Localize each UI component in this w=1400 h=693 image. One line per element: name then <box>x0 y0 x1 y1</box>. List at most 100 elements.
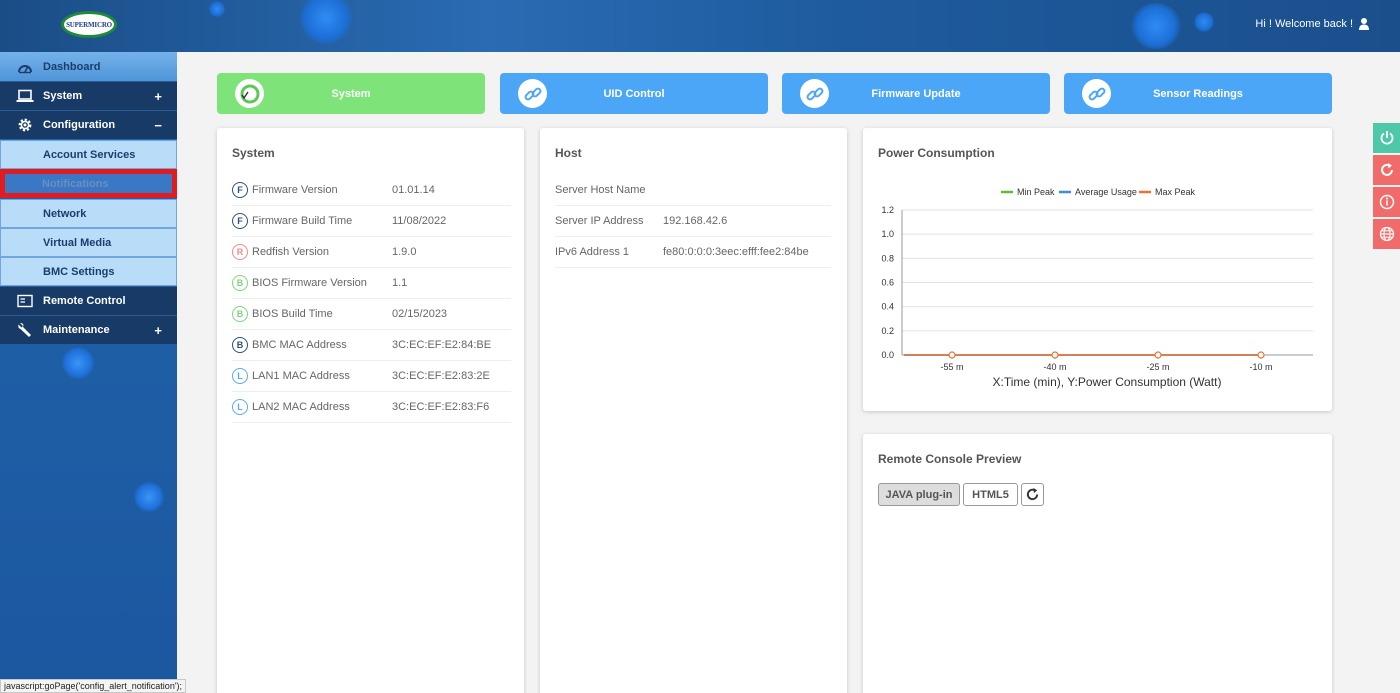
sidebar-subitem-label: BMC Settings <box>43 265 115 278</box>
header-decoration <box>300 0 352 44</box>
sidebar-subitem-notifications[interactable]: Notifications <box>0 169 177 198</box>
data-point <box>1257 351 1265 359</box>
sidebar-subitem-bmc-settings[interactable]: BMC Settings <box>0 257 177 286</box>
panel-title: Host <box>555 146 582 160</box>
sidebar-item-maintenance[interactable]: Maintenance + <box>0 315 177 344</box>
y-tick-label: 0.0 <box>881 350 894 360</box>
logo-text: SUPERMICRO <box>66 20 112 29</box>
row-value: 1.9.0 <box>392 246 417 258</box>
system-card-button[interactable]: System <box>217 73 485 114</box>
link-icon <box>800 79 829 108</box>
power-button[interactable] <box>1373 123 1400 153</box>
row-badge-icon: R <box>232 244 248 260</box>
expand-icon[interactable]: + <box>154 323 162 338</box>
sidebar-item-remote-control[interactable]: Remote Control <box>0 286 177 315</box>
sidebar-subitem-label: Account Services <box>43 148 136 161</box>
sidebar-decoration <box>134 482 164 512</box>
language-button[interactable] <box>1373 219 1400 249</box>
row-key: Firmware Version <box>252 184 338 196</box>
y-tick-label: 0.2 <box>881 326 894 336</box>
monitor-icon <box>16 293 34 309</box>
sidebar-subitem-label: Network <box>43 207 87 220</box>
host-info-panel: Host Server Host Name Server IP Address 19… <box>540 128 847 693</box>
header-decoration <box>1194 12 1214 32</box>
row-value: 3C:EC:EF:E2:84:BE <box>392 339 492 351</box>
power-consumption-panel: Power Consumption 1.2 1.0 0.8 0.6 0.4 0.2 0.0-… <box>863 128 1332 411</box>
dashboard-icon <box>16 59 34 75</box>
user-welcome[interactable]: Hi ! Welcome back ! <box>1255 17 1370 30</box>
row-key: BIOS Build Time <box>252 308 333 320</box>
sidebar-item-label: System <box>43 90 83 102</box>
y-tick-label: 0.6 <box>881 278 894 288</box>
sidebar-subitem-network[interactable]: Network <box>0 199 177 228</box>
host-info-row: Server IP Address 192.168.42.6 <box>555 206 831 237</box>
system-info-row: B BIOS Build Time 02/15/2023 <box>232 299 511 330</box>
link-icon <box>518 79 547 108</box>
globe-icon <box>1379 226 1394 242</box>
row-value: 02/15/2023 <box>392 308 448 320</box>
expand-icon[interactable]: + <box>154 89 162 104</box>
sensor-readings-card-button[interactable]: Sensor Readings <box>1064 73 1332 114</box>
row-value: 1.1 <box>392 277 408 289</box>
row-key: LAN1 MAC Address <box>252 370 350 382</box>
row-key: Firmware Build Time <box>252 215 353 227</box>
data-point <box>948 351 956 359</box>
host-info-row: IPv6 Address 1 fe80:0:0:0:3eec:efff:fee2:… <box>555 237 831 268</box>
x-tick-label: -10 m <box>1249 362 1272 372</box>
y-tick-label: 0.8 <box>881 253 894 263</box>
refresh-preview-button[interactable] <box>1021 483 1044 506</box>
system-info-row: L LAN2 MAC Address 3C:EC:EF:E2:83:F6 <box>232 392 511 423</box>
refresh-icon <box>1026 487 1039 501</box>
supermicro-logo[interactable]: SUPERMICRO <box>61 11 117 38</box>
reset-button[interactable] <box>1373 155 1400 185</box>
row-badge-icon: F <box>232 213 248 229</box>
data-point <box>1051 351 1059 359</box>
firmware-update-card-button[interactable]: Firmware Update <box>782 73 1050 114</box>
row-badge-icon: L <box>232 368 248 384</box>
collapse-icon[interactable]: − <box>154 118 162 133</box>
sidebar-decoration <box>62 347 94 379</box>
sidebar-subitem-account-services[interactable]: Account Services <box>0 140 177 169</box>
x-axis-title: X:Time (min), Y:Power Consumption (Watt) <box>993 375 1222 389</box>
java-plugin-button[interactable]: JAVA plug-in <box>878 483 960 506</box>
system-info-row: B BMC MAC Address 3C:EC:EF:E2:84:BE <box>232 330 511 361</box>
sidebar-item-system[interactable]: System + <box>0 81 177 110</box>
system-info-row: F Firmware Version 01.01.14 <box>232 175 511 206</box>
remote-console-panel: Remote Console Preview <box>863 434 1332 693</box>
x-tick-label: -55 m <box>940 362 963 372</box>
header-decoration <box>1131 3 1181 49</box>
sidebar-subitem-label: Notifications <box>42 177 109 190</box>
row-value: 01.01.14 <box>392 184 435 196</box>
row-badge-icon: L <box>232 399 248 415</box>
row-key: LAN2 MAC Address <box>252 401 350 413</box>
sidebar-item-configuration[interactable]: Configuration − <box>0 110 177 139</box>
sidebar-item-label: Configuration <box>43 119 116 131</box>
legend-label: Average Usage <box>1075 187 1137 197</box>
system-info-row: R Redfish Version 1.9.0 <box>232 237 511 268</box>
row-value: 11/08/2022 <box>392 215 447 227</box>
host-info-row: Server Host Name <box>555 175 831 206</box>
info-button[interactable] <box>1373 187 1400 217</box>
html5-button[interactable]: HTML5 <box>963 483 1018 506</box>
row-badge-icon: B <box>232 337 248 353</box>
sidebar-item-dashboard[interactable]: Dashboard <box>0 52 177 81</box>
row-badge-icon: B <box>232 275 248 291</box>
sidebar-subitem-label: Virtual Media <box>43 236 112 249</box>
gear-icon <box>16 117 34 133</box>
sidebar: Dashboard System + Configuration − Accou… <box>0 52 177 693</box>
top-header: SUPERMICRO Hi ! Welcome back ! <box>0 0 1400 52</box>
row-key: BIOS Firmware Version <box>252 277 367 289</box>
sidebar-subitem-virtual-media[interactable]: Virtual Media <box>0 228 177 257</box>
x-tick-label: -40 m <box>1043 362 1066 372</box>
wrench-icon <box>16 322 34 338</box>
system-info-row: F Firmware Build Time 11/08/2022 <box>232 206 511 237</box>
info-icon <box>1379 194 1394 210</box>
uid-control-card-button[interactable]: UID Control <box>500 73 768 114</box>
power-icon <box>1380 131 1393 145</box>
welcome-text: Hi ! Welcome back ! <box>1255 17 1353 30</box>
legend-label: Min Peak <box>1017 187 1055 197</box>
system-info-row: B BIOS Firmware Version 1.1 <box>232 268 511 299</box>
x-tick-label: -25 m <box>1146 362 1169 372</box>
panel-title: System <box>232 146 275 160</box>
y-tick-label: 1.2 <box>881 205 894 215</box>
